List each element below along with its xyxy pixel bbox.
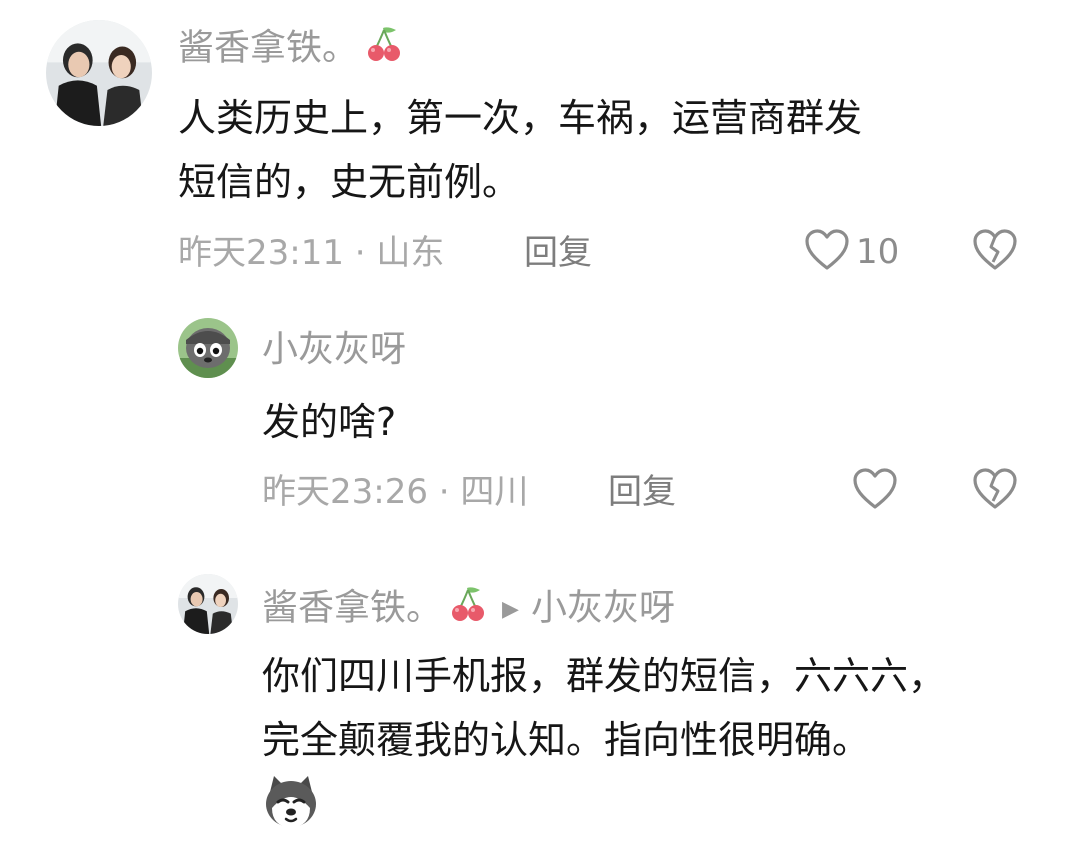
dislike-button[interactable]: [972, 228, 1018, 276]
triangle-right-icon: ▶: [502, 596, 519, 622]
comment-text-line: 你们四川手机报，群发的短信，六六六，: [262, 654, 947, 698]
username[interactable]: 酱香拿铁。: [178, 24, 402, 75]
broken-heart-icon: [972, 229, 1018, 276]
comment-3: 酱香拿铁。 ▶ 小灰灰呀 你们四川手机报，群发的短信，六六六， 完全颠覆我的认知。…: [0, 560, 1076, 845]
avatar[interactable]: [46, 20, 152, 126]
username[interactable]: 小灰灰呀: [262, 328, 406, 372]
reply-button[interactable]: 回复: [524, 231, 592, 275]
dislike-button[interactable]: [972, 467, 1018, 515]
comment-text-line: 完全颠覆我的认知。指向性很明确。: [262, 718, 871, 762]
comment-text: 人类历史上，第一次，车祸，运营商群发 短信的，史无前例。: [178, 86, 862, 214]
like-count: 10: [856, 232, 900, 272]
username-line: 酱香拿铁。 ▶ 小灰灰呀: [262, 584, 675, 635]
comment-text-line: 短信的，史无前例。: [178, 160, 521, 204]
cherry-icon: [450, 584, 486, 635]
heart-icon: [804, 228, 850, 276]
cherry-icon: [366, 24, 402, 75]
husky-emoji: [262, 772, 320, 834]
username-text[interactable]: 酱香拿铁。: [178, 28, 358, 69]
comment-text: 发的啥?: [262, 400, 397, 444]
time-location: 昨天23:26 · 四川: [262, 472, 529, 512]
like-button[interactable]: [852, 467, 898, 515]
username[interactable]: 酱香拿铁。: [262, 588, 442, 629]
like-button[interactable]: 10: [804, 228, 899, 276]
broken-heart-icon: [972, 468, 1018, 515]
avatar[interactable]: [178, 318, 238, 378]
avatar[interactable]: [178, 574, 238, 634]
reply-to-username[interactable]: 小灰灰呀: [531, 588, 675, 629]
heart-icon: [852, 467, 898, 515]
comment-2: 小灰灰呀 发的啥? 昨天23:26 · 四川 回复: [0, 300, 1076, 530]
comment-text: 你们四川手机报，群发的短信，六六六， 完全颠覆我的认知。指向性很明确。: [262, 644, 946, 772]
reply-button[interactable]: 回复: [608, 470, 676, 514]
comment-1: 酱香拿铁。 人类历史上，第一次，车祸，运营商群发 短信的，史无前例。 昨天23:…: [0, 0, 1076, 290]
time-location: 昨天23:11 · 山东: [178, 233, 445, 273]
comment-text-line: 人类历史上，第一次，车祸，运营商群发: [178, 96, 863, 140]
